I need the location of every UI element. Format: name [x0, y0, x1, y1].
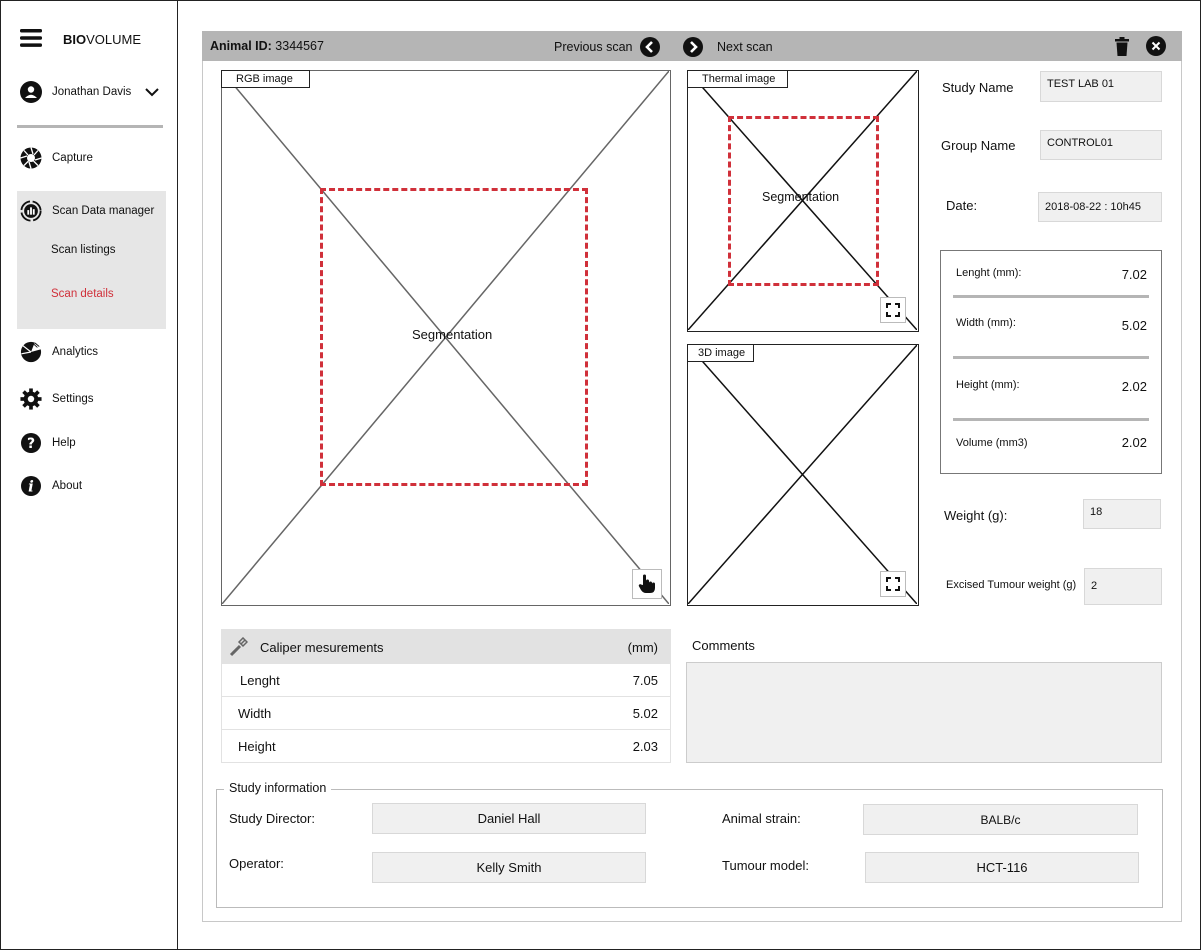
sidebar-item-scan-data-manager[interactable]: Scan Data manager — [20, 197, 154, 225]
width-value: 5.02 — [1121, 318, 1147, 333]
next-scan-button[interactable]: Next scan — [683, 37, 773, 57]
sidebar-item-settings[interactable]: Settings — [20, 385, 94, 413]
row-label: Height — [238, 739, 276, 754]
sidebar-item-scan-details[interactable]: Scan details — [51, 288, 114, 300]
analytics-icon — [20, 341, 42, 363]
caliper-header: Caliper mesurements (mm) — [222, 630, 670, 664]
volume-label: Volume (mm3) — [956, 437, 1028, 449]
divider — [953, 356, 1149, 359]
segmentation-label: Segmentation — [412, 327, 493, 342]
weight-field[interactable]: 18 — [1083, 499, 1161, 529]
comments-field[interactable] — [686, 662, 1162, 763]
close-icon[interactable] — [1146, 36, 1166, 59]
study-director-field[interactable]: Daniel Hall — [372, 803, 646, 834]
sidebar-item-analytics[interactable]: Analytics — [20, 338, 98, 366]
svg-text:i: i — [28, 478, 34, 496]
scan-toolbar: Animal ID: 3344567 Previous scan Next sc… — [202, 31, 1182, 61]
caliper-unit: (mm) — [627, 639, 658, 655]
sidebar: BIOVOLUME Jonathan Davis Capture Scan Da… — [0, 0, 178, 950]
length-value: 7.02 — [1121, 267, 1147, 282]
image-placeholder-icon — [688, 345, 917, 604]
previous-scan-label: Previous scan — [554, 40, 633, 54]
animal-id: Animal ID: 3344567 — [210, 39, 324, 53]
group-name-label: Group Name — [941, 138, 1016, 153]
width-label: Width (mm): — [956, 317, 1016, 329]
study-director-label: Study Director: — [229, 811, 315, 826]
divider — [953, 295, 1149, 298]
user-menu[interactable]: Jonathan Davis — [20, 80, 170, 104]
volume-value: 2.02 — [1121, 435, 1147, 450]
weight-label: Weight (g): — [944, 508, 1008, 523]
avatar-icon — [20, 81, 42, 103]
tumour-model-field[interactable]: HCT-116 — [865, 852, 1139, 883]
info-icon: i — [20, 475, 42, 497]
expand-icon[interactable] — [880, 297, 906, 323]
segmentation-label: Segmentation — [762, 190, 840, 204]
sidebar-item-label: About — [52, 480, 83, 492]
sidebar-divider — [17, 125, 163, 128]
comments-label: Comments — [692, 638, 755, 653]
row-value: 2.03 — [632, 739, 658, 754]
operator-field[interactable]: Kelly Smith — [372, 852, 646, 883]
sidebar-item-label: Scan Data manager — [52, 205, 155, 217]
height-value: 2.02 — [1121, 379, 1147, 394]
3d-image-label: 3D image — [687, 344, 755, 362]
excised-tumour-weight-field[interactable]: 2 — [1084, 568, 1162, 605]
caliper-title: Caliper mesurements — [260, 639, 384, 655]
chevron-right-icon — [683, 37, 703, 57]
excised-tumour-weight-label: Excised Tumour weight (g) — [946, 579, 1077, 591]
trash-icon[interactable] — [1115, 37, 1129, 59]
hand-pointer-icon[interactable] — [632, 569, 662, 599]
measurements-box: Lenght (mm): 7.02 Width (mm): 5.02 Heigh… — [940, 250, 1162, 474]
study-name-field[interactable]: TEST LAB 01 — [1040, 71, 1162, 102]
row-label: Width — [238, 705, 272, 721]
gear-icon — [20, 388, 42, 410]
aperture-icon — [20, 147, 42, 169]
user-name: Jonathan Davis — [52, 86, 132, 98]
table-row: Lenght 7.05 — [222, 664, 670, 697]
animal-strain-label: Animal strain: — [722, 811, 801, 826]
sidebar-item-capture[interactable]: Capture — [20, 144, 93, 172]
chevron-down-icon[interactable] — [145, 87, 159, 97]
operator-label: Operator: — [229, 856, 284, 871]
help-icon: ? — [20, 432, 42, 454]
height-label: Height (mm): — [956, 379, 1020, 391]
thermal-image-panel[interactable]: Thermal image Segmentation — [687, 70, 919, 332]
row-label: Lenght — [240, 672, 280, 688]
3d-image-panel[interactable]: 3D image — [687, 344, 919, 606]
row-value: 5.02 — [632, 705, 658, 721]
length-label: Lenght (mm): — [956, 267, 1022, 279]
date-field[interactable]: 2018-08-22 : 10h45 — [1038, 192, 1162, 222]
animal-strain-field[interactable]: BALB/c — [863, 804, 1138, 835]
caliper-table: Caliper mesurements (mm) Lenght 7.05 Wid… — [221, 629, 671, 763]
scan-data-icon — [20, 200, 42, 222]
tumour-model-label: Tumour model: — [722, 858, 809, 873]
study-information-title: Study information — [224, 781, 332, 795]
row-value: 7.05 — [632, 672, 658, 688]
sidebar-item-label: Analytics — [52, 346, 99, 358]
rgb-image-panel[interactable]: RGB image Segmentation — [221, 70, 671, 606]
chevron-left-icon — [639, 37, 660, 57]
sidebar-item-label: Help — [52, 437, 76, 449]
next-scan-label: Next scan — [717, 40, 773, 54]
rgb-image-label: RGB image — [221, 70, 310, 88]
sidebar-item-about[interactable]: i About — [20, 472, 82, 500]
table-row: Width 5.02 — [222, 697, 670, 730]
app-logo: BIOVOLUME — [63, 32, 142, 47]
thermal-image-label: Thermal image — [687, 70, 789, 88]
previous-scan-button[interactable]: Previous scan — [554, 37, 660, 57]
table-row: Height 2.03 — [222, 730, 670, 763]
hamburger-menu-icon[interactable] — [20, 28, 42, 48]
caliper-icon — [228, 637, 248, 657]
sidebar-item-help[interactable]: ? Help — [20, 429, 76, 457]
sidebar-item-scan-listings[interactable]: Scan listings — [51, 244, 116, 256]
study-name-label: Study Name — [942, 80, 1014, 95]
sidebar-item-label: Capture — [52, 152, 93, 164]
date-label: Date: — [946, 198, 978, 213]
sidebar-item-label: Settings — [52, 393, 94, 405]
expand-icon[interactable] — [880, 571, 906, 597]
divider — [953, 418, 1149, 421]
group-name-field[interactable]: CONTROL01 — [1040, 130, 1162, 160]
svg-text:?: ? — [27, 436, 35, 452]
